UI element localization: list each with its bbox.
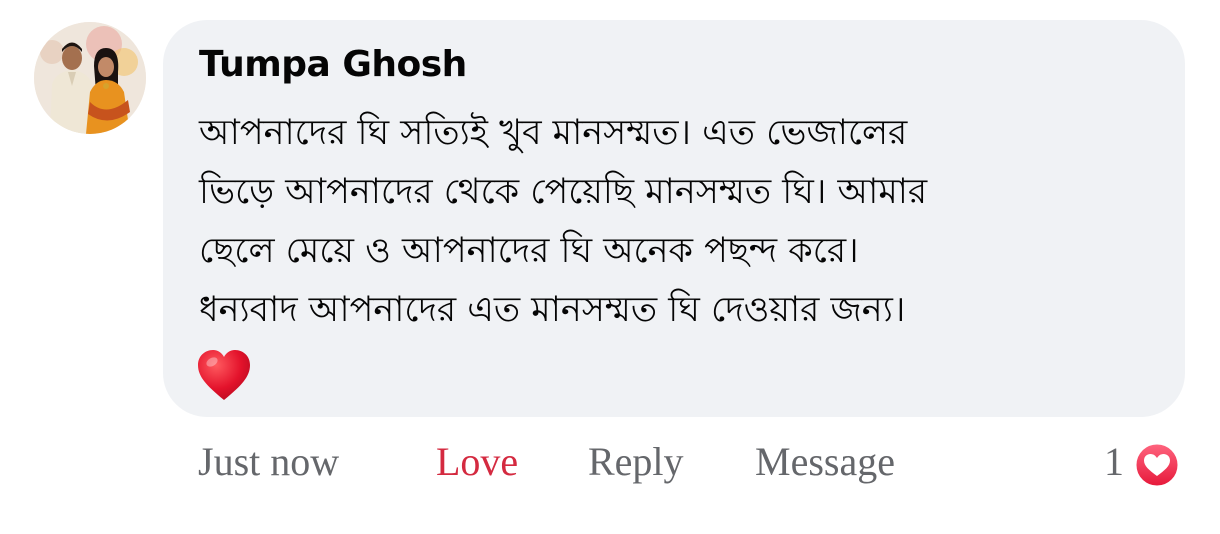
comment-author[interactable]: Tumpa Ghosh [199,44,467,85]
reaction-count[interactable]: 1 [1104,438,1124,485]
love-button[interactable]: Love [436,438,518,485]
message-button[interactable]: Message [755,438,895,485]
love-reaction-icon[interactable] [1133,441,1181,489]
comment-text-line: আপনাদের ঘি সত্যিই খুব মানসম্মত। এত ভেজাল… [199,113,908,153]
heart-emoji [197,350,251,402]
comment-text: আপনাদের ঘি সত্যিই খুব মানসম্মত। এত ভেজাল… [199,104,1139,340]
comment-actions: Just now Love Reply Message 1 [0,438,1220,490]
comment-text-line: ভিড়ে আপনাদের থেকে পেয়েছি মানসম্মত ঘি। … [199,172,928,212]
avatar[interactable] [34,22,146,134]
reply-button[interactable]: Reply [588,438,684,485]
comment-text-line: ছেলে মেয়ে ও আপনাদের ঘি অনেক পছন্দ করে। [199,231,859,271]
comment-bubble: Tumpa Ghosh আপনাদের ঘি সত্যিই খুব মানসম্… [163,20,1185,417]
comment-timestamp[interactable]: Just now [198,438,339,485]
comment-text-line: ধন্যবাদ আপনাদের এত মানসম্মত ঘি দেওয়ার জ… [199,290,906,330]
